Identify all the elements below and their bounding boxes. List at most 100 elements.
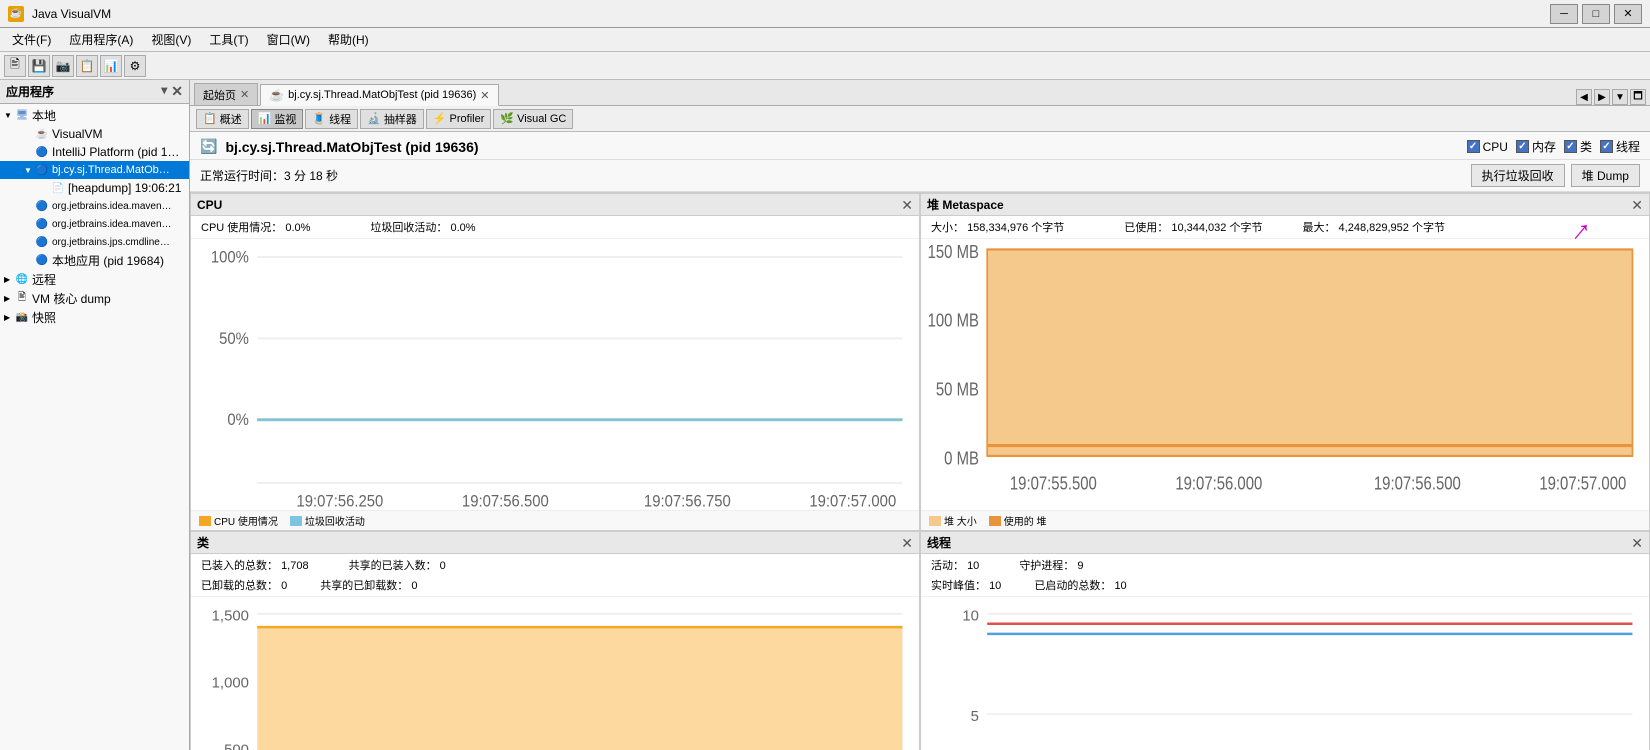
toolbar-btn-5[interactable]: 📊 (100, 55, 122, 77)
sidebar-close-btn[interactable]: ✕ (171, 83, 183, 100)
svg-text:0 MB: 0 MB (944, 448, 979, 469)
checkbox-memory[interactable]: 内存 (1516, 138, 1556, 155)
gc-button[interactable]: 执行垃圾回收 (1471, 164, 1565, 187)
tab-start-close[interactable]: ✕ (240, 88, 249, 101)
svg-text:50%: 50% (219, 330, 249, 348)
toolbar-btn-3[interactable]: 📷 (52, 55, 74, 77)
threads-chart-body: 10 5 0 19:07:55.500 19:07:56.000 19:07:5… (921, 597, 1649, 750)
tab-nav-maximize[interactable]: 🗖 (1630, 89, 1646, 105)
subtab-threads[interactable]: 🧵 线程 (305, 109, 358, 129)
tab-start-label: 起始页 (203, 87, 236, 103)
tree-maven2[interactable]: 🔵 org.jetbrains.idea.maven.server.Remote… (0, 215, 189, 233)
subtab-monitor[interactable]: 📊 监视 (251, 109, 304, 129)
tree-visualvm[interactable]: ☕ VisualVM (0, 125, 189, 143)
maven1-icon: 🔵 (34, 198, 50, 214)
tab-matobjtest[interactable]: ☕ bj.cy.sj.Thread.MatObjTest (pid 19636)… (260, 84, 498, 106)
tree-launcher[interactable]: 🔵 org.jetbrains.jps.cmdline.Launcher (pi… (0, 233, 189, 251)
classes-chart-close[interactable]: ✕ (901, 536, 913, 550)
maximize-button[interactable]: □ (1582, 4, 1610, 24)
tree-matobjtest[interactable]: ▼ 🔵 bj.cy.sj.Thread.MatObjTest (pid 1963… (0, 161, 189, 179)
heap-chart-stats: 大小： 158,334,976 个字节 已使用： 10,344,032 个字节 … (921, 216, 1649, 239)
local-triangle: ▼ (4, 111, 14, 120)
threads-chart-stats: 活动： 10 守护进程： 9 实时峰值： 10 已启动的总数： (921, 554, 1649, 597)
threads-chart-title: 线程 (927, 534, 951, 551)
svg-text:19:07:56.500: 19:07:56.500 (1374, 473, 1461, 494)
checkbox-cpu[interactable]: CPU (1467, 140, 1508, 154)
threads-chart-panel: 线程 ✕ 活动： 10 守护进程： 9 实时峰值： (920, 531, 1650, 750)
tree-container: ▼ 🖥 本地 ☕ VisualVM 🔵 IntelliJ Platform (p… (0, 104, 189, 750)
threads-chart-svg: 10 5 0 19:07:55.500 19:07:56.000 19:07:5… (921, 597, 1649, 750)
close-button[interactable]: ✕ (1614, 4, 1642, 24)
svg-text:100 MB: 100 MB (928, 310, 979, 331)
heapdump-button[interactable]: 堆 Dump (1571, 164, 1640, 187)
menu-bar: 文件(F) 应用程序(A) 视图(V) 工具(T) 窗口(W) 帮助(H) (0, 28, 1650, 52)
svg-text:50 MB: 50 MB (936, 379, 979, 400)
menu-app[interactable]: 应用程序(A) (61, 29, 141, 50)
checkbox-threads[interactable]: 线程 (1600, 138, 1640, 155)
remote-label: 远程 (32, 271, 56, 288)
heap-chart-svg: 150 MB 100 MB 50 MB 0 MB 19:07:55.500 19… (921, 239, 1649, 510)
heapdump-label: [heapdump] 19:06:21 (68, 181, 181, 195)
maven2-icon: 🔵 (34, 216, 50, 232)
subtab-sampler[interactable]: 🔬 抽样器 (360, 109, 424, 129)
threads-chart-close[interactable]: ✕ (1631, 536, 1643, 550)
svg-text:500: 500 (224, 741, 249, 750)
subtab-overview[interactable]: 📋 概述 (196, 109, 249, 129)
svg-text:5: 5 (971, 708, 979, 725)
tree-localapp[interactable]: 🔵 本地应用 (pid 19684) (0, 251, 189, 270)
main-container: 应用程序 ▾ ✕ ▼ 🖥 本地 ☕ VisualVM 🔵 (0, 80, 1650, 750)
subtab-profiler[interactable]: ⚡ Profiler (426, 109, 492, 129)
tree-remote[interactable]: ▶ 🌐 远程 (0, 270, 189, 289)
monitor-refresh-icon: 🔄 (200, 138, 217, 155)
checkbox-classes[interactable]: 类 (1564, 138, 1592, 155)
tab-nav-down[interactable]: ▼ (1612, 89, 1628, 105)
tab-matobjtest-close[interactable]: ✕ (480, 89, 489, 102)
tab-nav-left[interactable]: ◀ (1576, 89, 1592, 105)
cpu-chart-svg: 100% 50% 0% 19:07:56.250 19:07:56.500 19… (191, 239, 919, 510)
tree-intellij[interactable]: 🔵 IntelliJ Platform (pid 17016) (0, 143, 189, 161)
classes-loaded: 已装入的总数： 1,708 (201, 557, 309, 573)
cpu-legend-label1: CPU 使用情况 (214, 513, 278, 528)
toolbar-btn-6[interactable]: ⚙ (124, 55, 146, 77)
chk-cpu (1467, 140, 1480, 153)
toolbar-btn-2[interactable]: 💾 (28, 55, 50, 77)
menu-window[interactable]: 窗口(W) (259, 29, 318, 50)
heap-used: 已使用： 10,344,032 个字节 (1124, 219, 1262, 235)
menu-help[interactable]: 帮助(H) (320, 29, 377, 50)
matobjtest-triangle: ▼ (24, 166, 34, 175)
svg-text:100%: 100% (211, 249, 249, 267)
menu-view[interactable]: 视图(V) (143, 29, 199, 50)
tree-vmcoredump[interactable]: ▶ 🖹 VM 核心 dump (0, 289, 189, 308)
svg-text:19:07:56.250: 19:07:56.250 (296, 493, 383, 510)
cpu-legend-color2 (290, 516, 302, 526)
heap-chart-close[interactable]: ✕ (1631, 198, 1643, 212)
minimize-button[interactable]: ─ (1550, 4, 1578, 24)
tree-snapshot[interactable]: ▶ 📸 快照 (0, 308, 189, 327)
classes-shared-loaded: 共享的已装入数： 0 (349, 557, 446, 573)
menu-tools[interactable]: 工具(T) (201, 29, 256, 50)
sidebar-collapse-btn[interactable]: ▾ (161, 83, 167, 100)
cpu-chart-close[interactable]: ✕ (901, 198, 913, 212)
heap-legend-color2 (989, 516, 1001, 526)
classes-unloaded: 已卸载的总数： 0 共享的已卸载数： 0 (201, 577, 909, 593)
heap-chart-panel: 堆 Metaspace ✕ 大小： 158,334,976 个字节 已使用： 1… (920, 193, 1650, 531)
tree-local[interactable]: ▼ 🖥 本地 (0, 106, 189, 125)
toolbar-btn-1[interactable]: 🖹 (4, 55, 26, 77)
tree-maven1[interactable]: 🔵 org.jetbrains.idea.maven.server.Remote… (0, 197, 189, 215)
subtab-visualgc[interactable]: 🌿 Visual GC (493, 109, 573, 129)
menu-file[interactable]: 文件(F) (4, 29, 59, 50)
heap-legend-label2: 使用的 堆 (1004, 513, 1047, 528)
tab-matobjtest-icon: ☕ (269, 88, 284, 102)
tab-start[interactable]: 起始页 ✕ (194, 83, 258, 105)
tab-nav-right[interactable]: ▶ (1594, 89, 1610, 105)
heap-legend-item2: 使用的 堆 (989, 513, 1047, 528)
matobjtest-icon: 🔵 (34, 162, 50, 178)
vmcoredump-icon: 🖹 (14, 291, 30, 307)
maven1-label: org.jetbrains.idea.maven.server.RemoteMa… (52, 201, 172, 212)
toolbar-btn-4[interactable]: 📋 (76, 55, 98, 77)
cpu-gc-label: 垃圾回收活动： 0.0% (370, 219, 475, 235)
localapp-label: 本地应用 (pid 19684) (52, 252, 164, 269)
threads-daemon: 守护进程： 9 (1019, 557, 1083, 573)
tree-heapdump[interactable]: 📄 [heapdump] 19:06:21 (0, 179, 189, 197)
subtab-visualgc-icon: 🌿 (500, 112, 514, 125)
